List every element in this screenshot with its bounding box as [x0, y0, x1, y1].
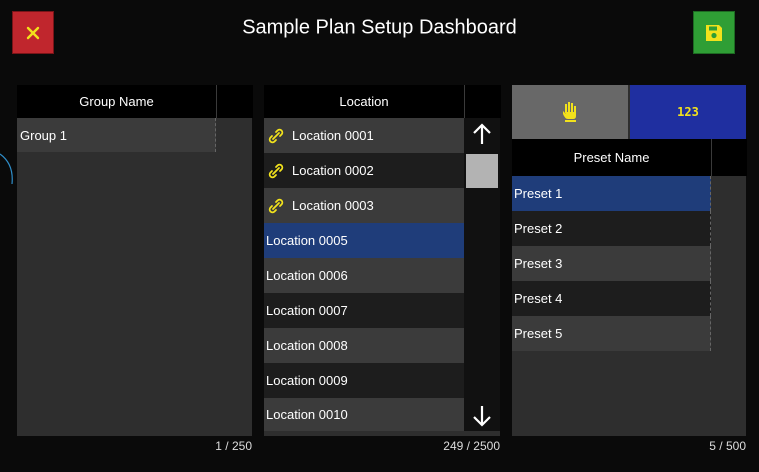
location-row[interactable]: Location 0008	[264, 328, 464, 363]
hand-icon	[563, 102, 576, 122]
location-row-selected[interactable]: Location 0005	[264, 223, 464, 258]
location-panel: Location Location 0001 Location 0002 Loc…	[264, 85, 501, 436]
preset-row[interactable]: Preset 2	[512, 211, 711, 246]
location-row[interactable]: Location 0001	[264, 118, 464, 153]
tab-numeric-mode[interactable]: 123	[630, 85, 746, 139]
preset-name-column-header[interactable]: Preset Name	[512, 139, 711, 176]
location-row[interactable]: Location 0007	[264, 293, 464, 328]
location-scrollbar[interactable]	[464, 118, 500, 431]
location-row[interactable]: Location 0002	[264, 153, 464, 188]
group-header-cap	[216, 85, 253, 118]
location-row[interactable]: Location 0009	[264, 363, 464, 398]
location-header-cap	[464, 85, 501, 118]
preset-row[interactable]: Preset 5	[512, 316, 711, 351]
location-row-label: Location 0002	[292, 163, 374, 178]
preset-panel: 123 Preset Name Preset 1 Preset 2 Preset…	[512, 85, 747, 436]
location-row-label: Location 0003	[292, 198, 374, 213]
location-row-label: Location 0008	[266, 338, 348, 353]
preset-counter: 5 / 500	[709, 439, 746, 453]
location-row-label: Location 0007	[266, 303, 348, 318]
group-counter: 1 / 250	[215, 439, 252, 453]
location-row-label: Location 0001	[292, 128, 374, 143]
preset-row-label: Preset 5	[514, 326, 563, 341]
preset-row-label: Preset 1	[514, 186, 563, 201]
link-icon	[268, 163, 284, 178]
preset-row-label: Preset 4	[514, 291, 563, 306]
location-row-label: Location 0010	[266, 407, 348, 422]
location-row[interactable]: Location 0003	[264, 188, 464, 223]
group-row[interactable]: Group 1	[17, 118, 216, 152]
location-row-label: Location 0005	[266, 233, 348, 248]
location-row-label: Location 0009	[266, 373, 348, 388]
page-title: Sample Plan Setup Dashboard	[242, 16, 517, 39]
preset-header-cap	[711, 139, 747, 176]
save-button[interactable]	[693, 11, 735, 54]
location-row[interactable]: Location 0010	[264, 398, 464, 431]
location-row-label: Location 0006	[266, 268, 348, 283]
tab-hand-mode[interactable]	[512, 85, 628, 139]
location-counter: 249 / 2500	[443, 439, 500, 453]
link-icon	[268, 128, 284, 143]
preset-row-selected[interactable]: Preset 1	[512, 176, 711, 211]
preset-row[interactable]: Preset 4	[512, 281, 711, 316]
group-name-column-header[interactable]: Group Name	[17, 85, 216, 118]
save-icon	[706, 24, 722, 41]
scrollbar-thumb[interactable]	[466, 154, 498, 188]
preset-row-label: Preset 2	[514, 221, 563, 236]
edge-arc-decoration	[0, 153, 13, 185]
preset-row-label: Preset 3	[514, 256, 563, 271]
location-row[interactable]: Location 0006	[264, 258, 464, 293]
preset-row[interactable]: Preset 3	[512, 246, 711, 281]
group-panel: Group Name Group 1	[17, 85, 253, 436]
arrow-up-icon[interactable]	[472, 122, 492, 146]
group-row-label: Group 1	[20, 127, 67, 143]
link-icon	[268, 198, 284, 213]
numeric-mode-label: 123	[677, 105, 699, 119]
location-column-header[interactable]: Location	[264, 85, 464, 118]
arrow-down-icon[interactable]	[472, 404, 492, 428]
